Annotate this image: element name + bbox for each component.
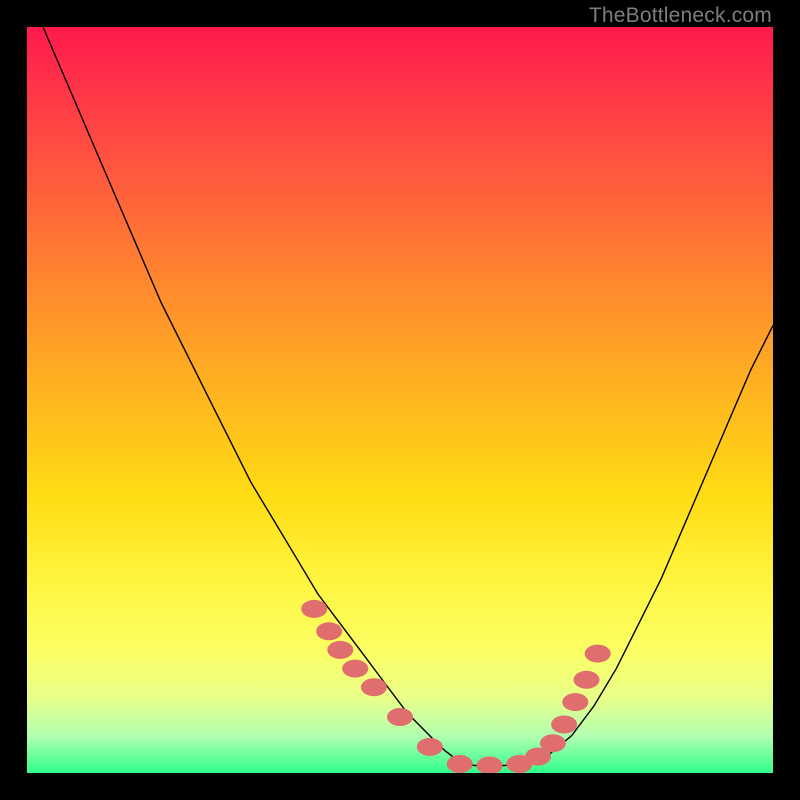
chart-frame: TheBottleneck.com bbox=[0, 0, 800, 800]
data-marker bbox=[342, 660, 368, 678]
data-marker bbox=[316, 622, 342, 640]
watermark-text: TheBottleneck.com bbox=[589, 4, 772, 28]
curve-layer bbox=[27, 27, 773, 773]
data-marker bbox=[327, 641, 353, 659]
data-marker bbox=[477, 757, 503, 774]
data-marker bbox=[574, 671, 600, 689]
data-marker bbox=[585, 645, 611, 663]
data-marker bbox=[301, 600, 327, 618]
data-marker bbox=[540, 734, 566, 752]
data-marker bbox=[387, 708, 413, 726]
data-marker bbox=[551, 716, 577, 734]
data-marker bbox=[447, 755, 473, 773]
data-marker bbox=[562, 693, 588, 711]
data-marker bbox=[417, 738, 443, 756]
plot-area bbox=[27, 27, 773, 773]
bottleneck-curve bbox=[27, 27, 773, 765]
marker-group bbox=[301, 600, 611, 773]
data-marker bbox=[361, 678, 387, 696]
